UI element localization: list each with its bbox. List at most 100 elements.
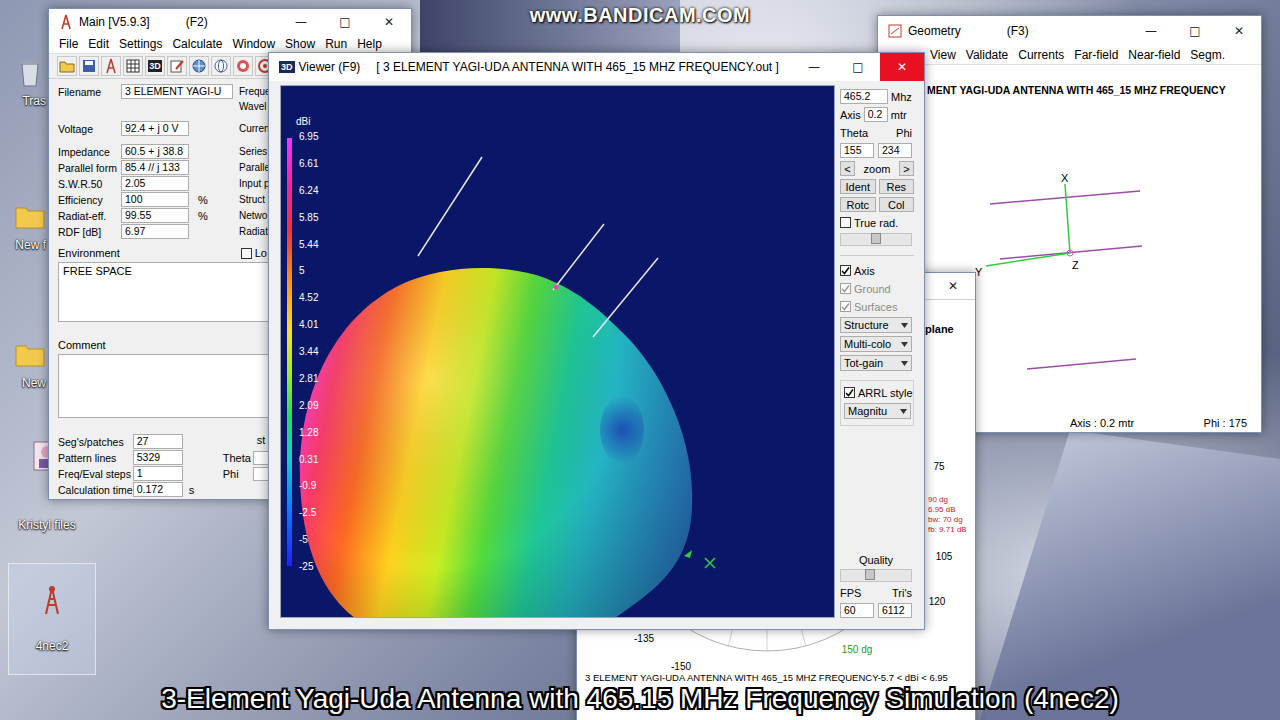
menu-item[interactable]: Edit [88, 37, 109, 51]
rotation-slider[interactable] [840, 233, 912, 246]
menu-item[interactable]: Settings [119, 37, 162, 51]
folder-icon [14, 200, 46, 232]
zoom-label: zoom [864, 163, 891, 175]
slider-thumb[interactable] [865, 569, 875, 580]
menu-item[interactable]: File [59, 37, 78, 51]
menu-item[interactable]: Run [325, 37, 347, 51]
checkbox[interactable] [840, 265, 851, 276]
checkbox[interactable] [241, 248, 252, 259]
toolbar-button[interactable] [167, 56, 187, 76]
folder-icon [14, 338, 46, 370]
legend-tick: 1.28 [299, 427, 318, 439]
result-field[interactable]: 60.5 + j 38.8 [121, 144, 189, 159]
zoom-out-button[interactable]: < [840, 161, 855, 176]
checkbox-label: Surfaces [854, 301, 897, 313]
geometry-heading: MENT YAGI-UDA ANTENNA WITH 465_15 MHZ FR… [927, 84, 1226, 96]
toolbar-button[interactable] [189, 56, 209, 76]
window-control[interactable]: ✕ [880, 53, 924, 81]
checkbox[interactable] [840, 217, 851, 228]
menu-item[interactable]: Show [285, 37, 315, 51]
field-label: Radiat-eff. [58, 210, 121, 222]
view-button[interactable]: Res [879, 179, 915, 194]
result-field[interactable]: 6.97 [121, 224, 189, 239]
video-caption: 3-Element Yagi-Uda Antenna with 465.15 M… [0, 683, 1280, 715]
checkbox[interactable] [844, 387, 855, 398]
filename-field[interactable]: 3 ELEMENT YAGI-U [121, 84, 233, 99]
desktop-icon[interactable]: 4nec2 [8, 563, 96, 675]
theta-field[interactable]: 155 [840, 143, 874, 158]
slider-thumb[interactable] [871, 233, 881, 244]
desktop-icon-label: New f [15, 238, 46, 252]
toolbar-button[interactable] [123, 56, 143, 76]
tower-icon [103, 58, 119, 74]
window-control[interactable]: □ [323, 9, 367, 35]
window-control[interactable]: ✕ [1217, 16, 1261, 46]
axis-scale: Axis : 0.2 mtr [1070, 417, 1134, 429]
toolbar-button[interactable] [101, 56, 121, 76]
3d-viewer-window: 3D Viewer (F9) [ 3 ELEMENT YAGI-UDA ANTE… [268, 52, 925, 630]
view-button[interactable]: Col [879, 197, 915, 212]
legend-tick: -0.9 [299, 480, 318, 492]
legend-tick: 3.44 [299, 346, 318, 358]
geometry-icon [888, 24, 902, 38]
zoom-in-button[interactable]: > [899, 161, 914, 176]
stat-label: Calculation time [58, 484, 133, 496]
menu-item[interactable]: Near-field [1128, 48, 1180, 62]
close-button[interactable]: ✕ [931, 273, 975, 299]
menu-item[interactable]: Window [232, 37, 275, 51]
field-label: RDF [dB] [58, 226, 121, 238]
stat-field: 1 [133, 466, 183, 481]
antenna-icon [59, 14, 73, 30]
view-button[interactable]: Ident [840, 179, 876, 194]
window-control[interactable]: — [279, 9, 323, 35]
result-field[interactable]: 99.55 [121, 208, 189, 223]
dropdown[interactable]: Tot-gain [840, 355, 912, 371]
window-control[interactable]: □ [1173, 16, 1217, 46]
stat-field: 5329 [133, 450, 183, 465]
quality-slider[interactable] [840, 569, 912, 582]
3d-canvas[interactable]: dBi 6.956.616.245.855.4454.524.013.442.8… [280, 85, 835, 618]
menu-item[interactable]: Far-field [1074, 48, 1118, 62]
chevron-down-icon [901, 323, 908, 328]
toolbar-button[interactable] [57, 56, 77, 76]
menu-item[interactable]: Validate [966, 48, 1008, 62]
desktop-icon[interactable]: New f [4, 196, 46, 256]
desktop-icon-label: Kristyl files [18, 518, 75, 532]
window-control[interactable]: □ [836, 53, 880, 81]
menu-item[interactable]: View [930, 48, 956, 62]
view-button[interactable]: Rotc [840, 197, 876, 212]
window-control[interactable]: — [1129, 16, 1173, 46]
axis-field[interactable]: 0.2 [864, 107, 888, 122]
phi-readout: Phi : 175 [1204, 417, 1247, 429]
toolbar-button[interactable] [233, 56, 253, 76]
angle-label: 120 [929, 596, 946, 607]
dropdown[interactable]: Structure [840, 317, 912, 333]
legend-tick: 5 [299, 265, 318, 277]
window-control[interactable]: — [792, 53, 836, 81]
result-field[interactable]: 100 [121, 192, 189, 207]
side-label: Netwo [239, 210, 267, 221]
menu-item[interactable]: Calculate [172, 37, 222, 51]
angle-label: 75 [933, 461, 944, 472]
toolbar-button[interactable] [79, 56, 99, 76]
toolbar-button[interactable]: 3D [145, 56, 165, 76]
frequency-field[interactable]: 465.2 [840, 89, 888, 104]
desktop-icon[interactable]: New [4, 334, 46, 394]
dropdown[interactable]: Magnitu [844, 403, 911, 419]
toolbar-button[interactable] [211, 56, 231, 76]
stat-label: Pattern lines [58, 452, 133, 464]
result-field[interactable]: 85.4 // j 133 [121, 160, 189, 175]
menu-item[interactable]: Help [357, 37, 382, 51]
result-field[interactable]: 2.05 [121, 176, 189, 191]
result-field[interactable]: 92.4 + j 0 V [121, 121, 189, 136]
window-control[interactable]: ✕ [367, 9, 411, 35]
stat-field: 27 [133, 434, 183, 449]
menu-item[interactable]: Segm. [1190, 48, 1225, 62]
menu-item[interactable]: Currents [1018, 48, 1064, 62]
desktop-icon[interactable]: Tras [4, 52, 46, 112]
phi-field[interactable]: 234 [878, 143, 912, 158]
legend-tick: -2.5 [299, 507, 318, 519]
dropdown[interactable]: Multi-colo [840, 336, 912, 352]
toggle-row[interactable]: Axis [840, 263, 918, 278]
legend-unit: dBi [296, 116, 310, 127]
